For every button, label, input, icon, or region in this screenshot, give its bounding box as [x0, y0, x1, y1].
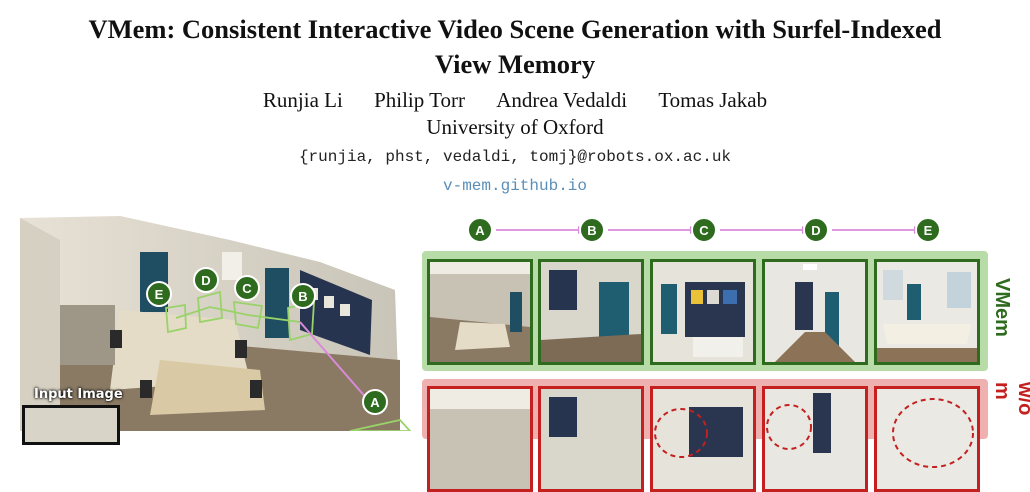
timeline-node-b: B	[579, 217, 605, 243]
scene-node-b: B	[290, 283, 316, 309]
title-line-2: View Memory	[434, 49, 596, 79]
scene-node-c: C	[234, 275, 260, 301]
without-frame-a	[427, 386, 533, 492]
without-frame-c	[650, 386, 756, 492]
input-image-label: Input Image	[34, 387, 123, 402]
vmem-frame-a	[427, 259, 533, 365]
title-line-1: VMem: Consistent Interactive Video Scene…	[88, 14, 942, 44]
affiliation: University of Oxford	[426, 115, 604, 139]
timeline-node-e: E	[915, 217, 941, 243]
vmem-frame-c	[650, 259, 756, 365]
author-4: Tomas Jakab	[658, 88, 768, 112]
vmem-row-label: VMem	[991, 278, 1013, 337]
paper-title: VMem: Consistent Interactive Video Scene…	[0, 12, 1030, 82]
timeline-node-d: D	[803, 217, 829, 243]
author-1: Runjia Li	[262, 88, 343, 112]
author-2: Philip Torr	[374, 88, 465, 112]
without-memory-row-label: w/o m	[991, 382, 1030, 416]
scene-node-a: A	[362, 389, 388, 415]
project-website-link[interactable]: v-mem.github.io	[0, 177, 1030, 195]
vmem-frame-d	[762, 259, 868, 365]
timeline-node-a: A	[467, 217, 493, 243]
vmem-frame-b	[538, 259, 644, 365]
author-3: Andrea Vedaldi	[496, 88, 628, 112]
without-frame-d	[762, 386, 868, 492]
scene-node-d: D	[193, 267, 219, 293]
input-image-thumbnail	[22, 405, 120, 445]
vmem-frame-e	[874, 259, 980, 365]
without-frame-b	[538, 386, 644, 492]
timeline-node-c: C	[691, 217, 717, 243]
author-list: Runjia Li Philip Torr Andrea Vedaldi Tom…	[0, 87, 1030, 113]
email-list: {runjia, phst, vedaldi, tomj}@robots.ox.…	[298, 148, 732, 166]
without-frame-e	[874, 386, 980, 492]
scene-node-e: E	[146, 281, 172, 307]
